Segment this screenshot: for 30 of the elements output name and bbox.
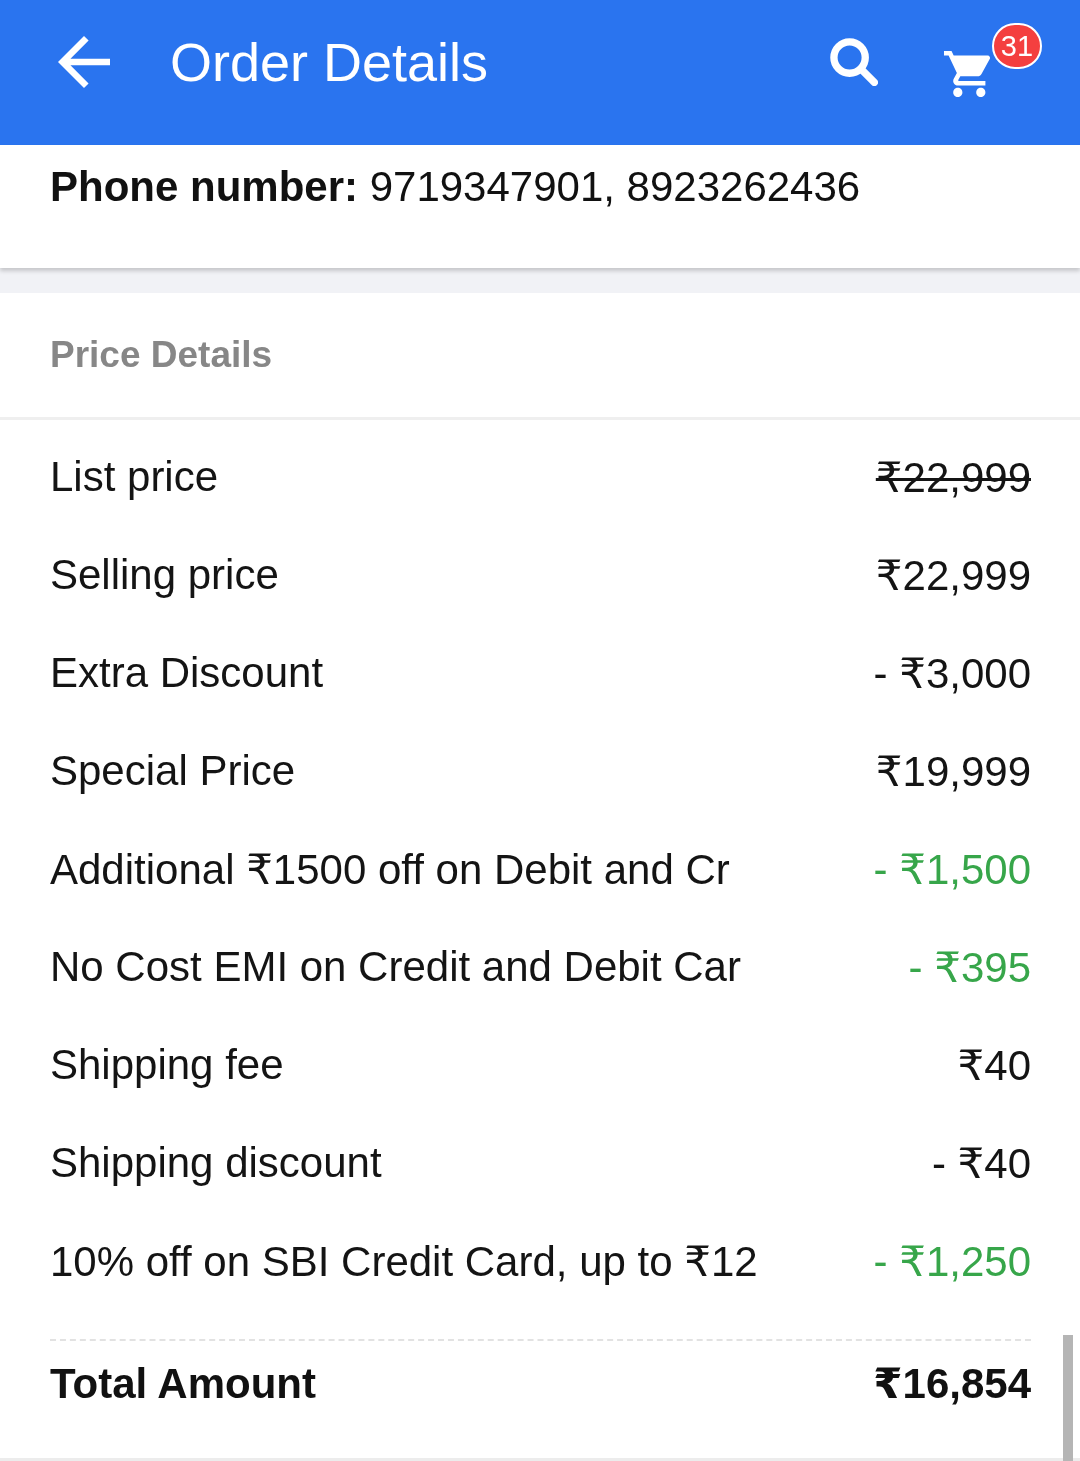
price-label: List price <box>50 453 219 501</box>
price-label: Shipping fee <box>50 1041 284 1089</box>
price-label: Shipping discount <box>50 1139 382 1187</box>
shopping-cart-icon <box>944 51 990 97</box>
price-label: Additional ₹1500 off on Debit and Cr <box>50 844 730 894</box>
back-button[interactable] <box>58 36 110 88</box>
price-value: ₹19,999 <box>875 746 1031 796</box>
price-label: No Cost EMI on Credit and Debit Car <box>50 943 741 991</box>
page-title: Order Details <box>170 31 490 93</box>
price-value: ₹22,999 <box>875 550 1031 600</box>
price-label: Selling price <box>50 551 279 599</box>
price-value: ₹40 <box>957 1040 1031 1090</box>
price-value: - ₹1,250 <box>873 1236 1031 1286</box>
price-value: ₹22,999 <box>875 452 1031 502</box>
phone-number-text: Phone number: 9719347901, 8923262436 <box>50 163 861 211</box>
price-value: - ₹3,000 <box>873 648 1031 698</box>
search-icon <box>830 38 878 86</box>
total-value: ₹16,854 <box>873 1359 1031 1408</box>
cart-count-badge: 31 <box>992 23 1042 69</box>
price-value: - ₹40 <box>931 1138 1031 1188</box>
price-label: Special Price <box>50 747 296 795</box>
section-title: Price Details <box>50 334 273 376</box>
total-label: Total Amount <box>50 1359 316 1408</box>
price-label: Extra Discount <box>50 649 324 697</box>
back-arrow-icon <box>58 36 110 88</box>
cart-button[interactable]: 31 <box>944 23 1042 101</box>
price-value: - ₹395 <box>908 942 1031 992</box>
price-label: 10% off on SBI Credit Card, up to ₹12 <box>50 1236 758 1286</box>
price-value: - ₹1,500 <box>873 844 1031 894</box>
search-button[interactable] <box>830 38 878 86</box>
